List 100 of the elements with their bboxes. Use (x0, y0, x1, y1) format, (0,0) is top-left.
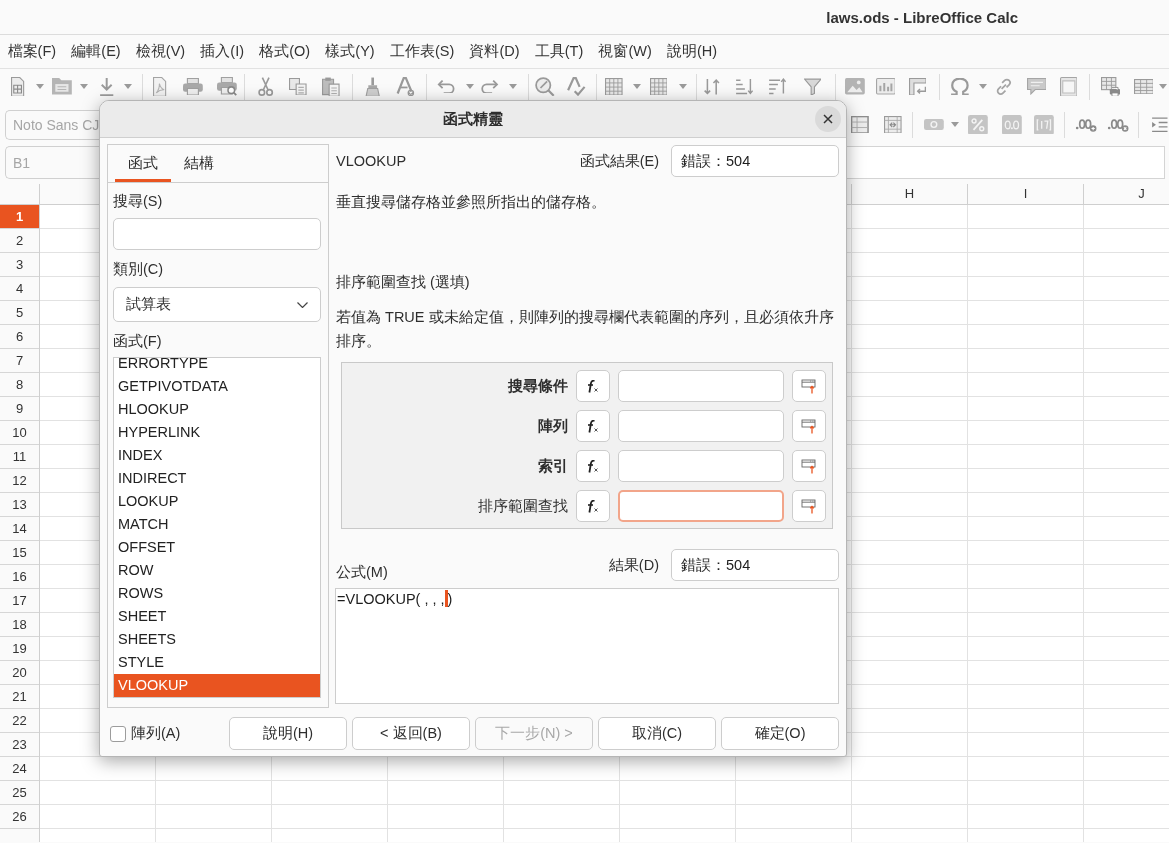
print-preview-icon[interactable] (217, 77, 237, 96)
row-header[interactable]: 26 (0, 805, 39, 829)
row-header[interactable]: 21 (0, 685, 39, 709)
close-icon[interactable] (823, 114, 833, 124)
banknote-icon[interactable] (924, 119, 944, 130)
menu-item[interactable]: 格式(O) (251, 38, 318, 65)
page-layout-icon[interactable] (1059, 76, 1078, 97)
function-list-item[interactable]: HYPERLINK (114, 421, 320, 444)
table-printer-icon[interactable] (1100, 76, 1121, 97)
argument-field[interactable] (618, 490, 784, 522)
function-list-item[interactable]: ROWS (114, 582, 320, 605)
dialog-button[interactable]: 取消(C) (598, 717, 716, 750)
sort-ascending-icon[interactable] (734, 78, 753, 95)
argument-field[interactable] (618, 370, 784, 402)
row-header[interactable]: 3 (0, 253, 39, 277)
function-list-item[interactable]: ERRORTYPE (114, 358, 320, 375)
window-arrow-icon[interactable] (801, 498, 817, 514)
clear-formatting-icon[interactable] (396, 76, 416, 97)
scissors-icon[interactable] (258, 76, 274, 97)
menu-item[interactable]: 檢視(V) (128, 38, 193, 65)
dialog-button[interactable]: 確定(O) (721, 717, 839, 750)
function-icon[interactable] (587, 499, 599, 513)
checkbox[interactable] (110, 725, 126, 742)
dialog-button[interactable]: < 返回(B) (352, 717, 470, 750)
row-header[interactable]: 4 (0, 277, 39, 301)
number-format-icon[interactable] (1002, 114, 1022, 135)
function-list-item[interactable]: SHEET (114, 605, 320, 628)
tab[interactable]: 結構 (171, 145, 227, 182)
caret-down-icon[interactable] (950, 122, 959, 127)
redo-icon[interactable] (479, 79, 500, 94)
shrink-button[interactable] (792, 450, 826, 482)
row-header[interactable]: 11 (0, 445, 39, 469)
spellcheck-icon[interactable] (567, 76, 587, 97)
row-header[interactable]: 17 (0, 589, 39, 613)
row-header[interactable]: 7 (0, 349, 39, 373)
remove-decimal-icon[interactable] (1106, 116, 1129, 133)
function-list-item[interactable]: ROW (114, 559, 320, 582)
function-icon[interactable] (587, 379, 599, 393)
shrink-button[interactable] (792, 370, 826, 402)
sort-arrows-icon[interactable] (702, 77, 721, 96)
cell-borders-icon[interactable] (851, 115, 869, 134)
grid-icon[interactable] (649, 77, 668, 96)
row-header[interactable]: 24 (0, 757, 39, 781)
formula-field[interactable]: =VLOOKUP( , , , ) (335, 588, 839, 704)
row-header[interactable]: 22 (0, 709, 39, 733)
shrink-button[interactable] (792, 490, 826, 522)
chart-icon[interactable] (875, 78, 896, 95)
function-list-item[interactable]: STYLE (114, 651, 320, 674)
row-header[interactable]: 13 (0, 493, 39, 517)
window-arrow-icon[interactable] (801, 458, 817, 474)
row-header[interactable]: 18 (0, 613, 39, 637)
window-arrow-icon[interactable] (801, 418, 817, 434)
grid-icon[interactable] (604, 77, 623, 96)
menu-item[interactable]: 工具(T) (527, 38, 591, 65)
column-header[interactable]: H (851, 184, 967, 204)
row-header[interactable]: 12 (0, 469, 39, 493)
menu-item[interactable]: 視窗(W) (590, 38, 660, 65)
function-list-item[interactable]: SHEETS (114, 628, 320, 651)
row-header[interactable]: 15 (0, 541, 39, 565)
close-button[interactable] (815, 106, 841, 132)
row-header[interactable]: 5 (0, 301, 39, 325)
caret-down-icon[interactable] (508, 84, 517, 89)
row-header[interactable]: 1 (0, 205, 39, 229)
table-arrow-icon[interactable] (908, 77, 927, 96)
sort-descending-icon[interactable] (767, 78, 786, 95)
function-list-item[interactable]: HLOOKUP (114, 398, 320, 421)
menu-item[interactable]: 插入(I) (192, 38, 252, 65)
omega-icon[interactable] (949, 77, 970, 96)
caret-down-icon[interactable] (79, 84, 88, 89)
function-list-item[interactable]: INDIRECT (114, 467, 320, 490)
indent-icon[interactable] (1151, 116, 1169, 133)
add-decimal-icon[interactable] (1074, 116, 1097, 133)
column-header[interactable]: J (1083, 184, 1169, 204)
caret-down-icon[interactable] (632, 84, 641, 89)
download-icon[interactable] (99, 76, 115, 97)
column-header[interactable]: I (967, 184, 1083, 204)
pdf-document-icon[interactable] (153, 76, 167, 97)
spreadsheet-icon[interactable] (11, 76, 25, 97)
function-list-item[interactable]: LOOKUP (114, 490, 320, 513)
function-icon[interactable] (587, 459, 599, 473)
function-wizard-button[interactable] (576, 370, 610, 402)
caret-down-icon[interactable] (123, 84, 132, 89)
menu-item[interactable]: 說明(H) (659, 38, 725, 65)
row-header[interactable]: 25 (0, 781, 39, 805)
argument-field[interactable] (618, 410, 784, 442)
function-list-item[interactable]: INDEX (114, 444, 320, 467)
function-list-item[interactable]: VLOOKUP (114, 674, 320, 697)
menu-item[interactable]: 資料(D) (461, 38, 528, 65)
function-wizard-button[interactable] (576, 410, 610, 442)
copy-icon[interactable] (289, 77, 307, 96)
row-header[interactable]: 9 (0, 397, 39, 421)
formula-input-field[interactable] (847, 146, 1165, 179)
row-header[interactable]: 2 (0, 229, 39, 253)
caret-down-icon[interactable] (678, 84, 687, 89)
row-header[interactable]: 10 (0, 421, 39, 445)
row-header[interactable]: 19 (0, 637, 39, 661)
function-list-item[interactable]: OFFSET (114, 536, 320, 559)
caret-down-icon[interactable] (35, 84, 44, 89)
search-field[interactable] (113, 218, 321, 250)
caret-down-icon[interactable] (1159, 84, 1168, 89)
